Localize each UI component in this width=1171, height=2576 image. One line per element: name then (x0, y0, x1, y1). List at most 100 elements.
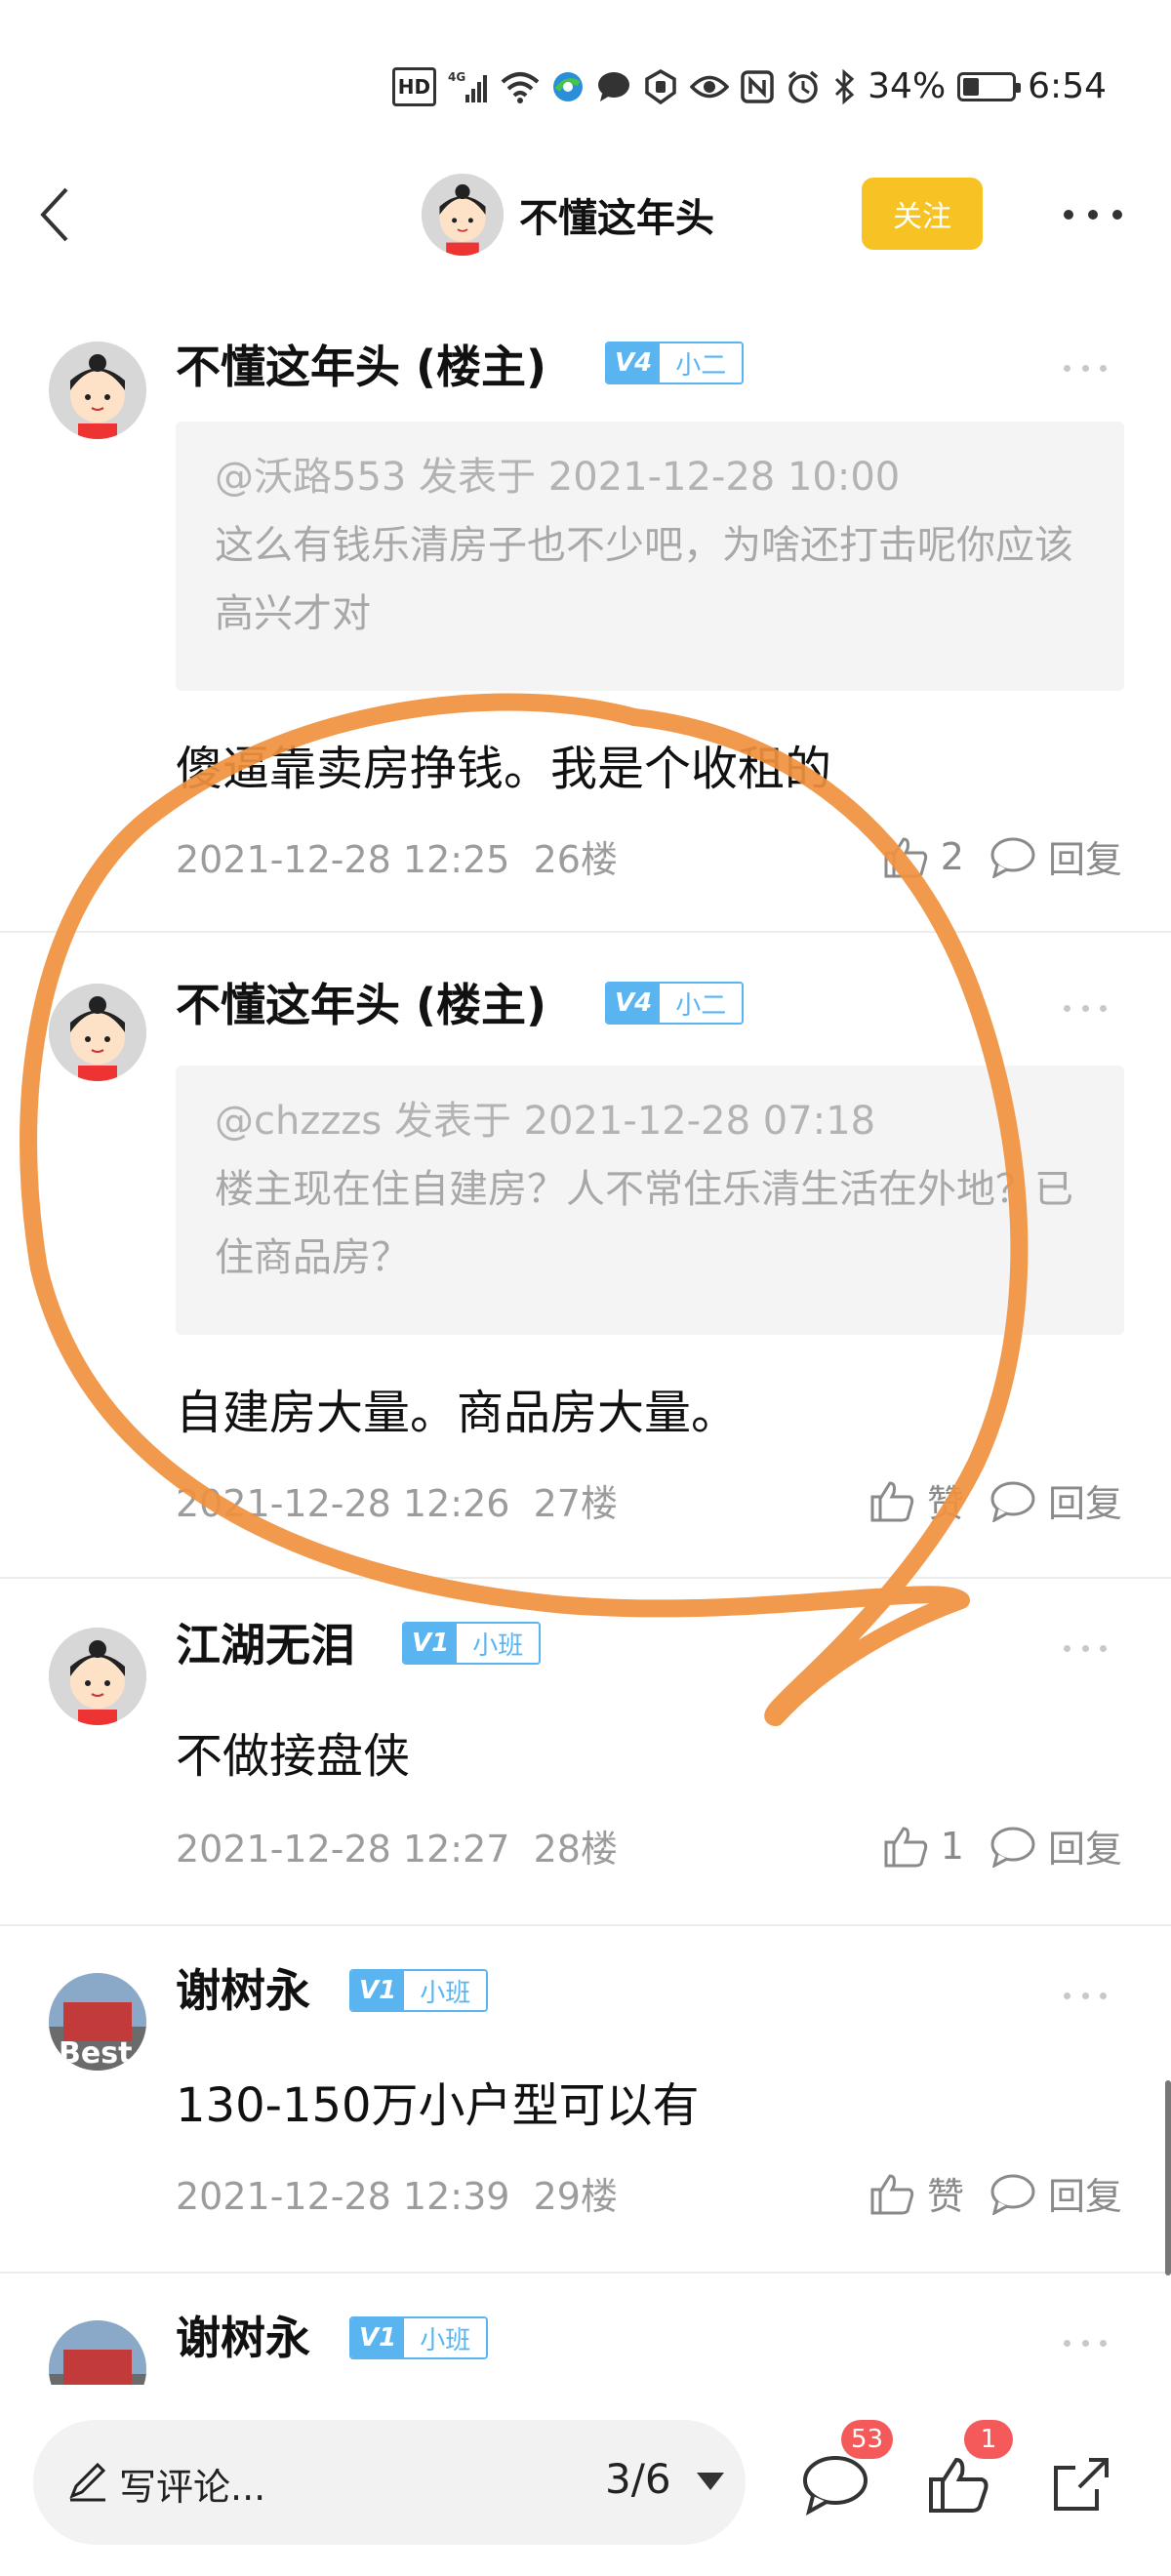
reply-label: 回复 (1047, 1828, 1122, 1871)
timestamp: 2021-12-28 12:26 (176, 1482, 510, 1525)
level-badge: V1 小班 (349, 2316, 489, 2359)
quote-body: 这么有钱乐清房子也不少吧，为啥还打击呢你应该高兴才对 (215, 523, 1073, 636)
like-button[interactable]: 1 (882, 1825, 964, 1868)
nfc-icon (741, 67, 774, 106)
reply-button[interactable]: 回复 (989, 1473, 1122, 1527)
like-count: 赞 (926, 2175, 964, 2218)
post-meta: 2021-12-28 12:27 28楼 (176, 1819, 618, 1872)
alarm-icon (786, 67, 821, 106)
quote-header: @沃路553 发表于 2021-12-28 10:00 (215, 455, 901, 500)
svg-text:Best: Best (59, 2036, 132, 2071)
level-badge: V4 小二 (605, 342, 745, 384)
like-count: 1 (940, 1824, 964, 1868)
post-item: 不懂这年头 (楼主) V4 小二 @chzzzs 发表于 2021-12-28 … (0, 935, 1171, 1579)
shield-icon (643, 67, 678, 106)
reply-button[interactable]: 回复 (989, 2166, 1122, 2220)
floor-number: 26楼 (533, 838, 618, 881)
avatar[interactable] (49, 342, 146, 439)
follow-button[interactable]: 关注 (862, 178, 983, 250)
post-more-icon[interactable] (1064, 1643, 1107, 1653)
caret-down-icon[interactable] (697, 2473, 724, 2490)
like-button[interactable]: 赞 (868, 1473, 964, 1527)
header-user[interactable]: 不懂这年头 (422, 174, 714, 256)
reply-button[interactable]: 回复 (989, 1819, 1122, 1872)
quoted-post[interactable]: @chzzzs 发表于 2021-12-28 07:18 楼主现在住自建房？人不… (176, 1066, 1124, 1335)
like-count: 2 (940, 834, 964, 878)
post-item: Best 谢树永 V1 小班 130-150万小户型可以有 2021-12-28… (0, 1928, 1171, 2274)
comments-count-badge: 53 (841, 2420, 894, 2459)
level-badge: V1 小班 (349, 1969, 489, 2012)
like-count: 赞 (926, 1482, 964, 1525)
reply-label: 回复 (1047, 2175, 1122, 2218)
avatar[interactable] (49, 984, 146, 1081)
floor-number: 29楼 (533, 2175, 618, 2218)
post-content: 130-150万小户型可以有 (176, 2078, 700, 2133)
scrollbar[interactable] (1165, 2080, 1171, 2275)
username[interactable]: 不懂这年头 (楼主) (176, 332, 546, 396)
like-button[interactable]: 赞 (868, 2166, 964, 2220)
username[interactable]: 谢树永 (176, 2303, 310, 2367)
comment-icon (990, 2174, 1035, 2215)
quoted-post[interactable]: @沃路553 发表于 2021-12-28 10:00 这么有钱乐清房子也不少吧… (176, 422, 1124, 691)
post-more-icon[interactable] (1064, 363, 1107, 373)
post-content: 傻逼靠卖房挣钱。我是个收租的 (176, 742, 832, 796)
username[interactable]: 不懂这年头 (楼主) (176, 970, 546, 1034)
comment-icon (990, 837, 1035, 878)
clock: 6:54 (1028, 66, 1107, 106)
avatar[interactable] (422, 174, 504, 256)
username[interactable]: 江湖无泪 (176, 1610, 355, 1674)
share-button[interactable] (1042, 2445, 1120, 2523)
back-button[interactable] (29, 185, 88, 244)
comment-input[interactable]: 写评论... 3/6 (33, 2420, 746, 2545)
pen-icon (69, 2462, 106, 2502)
battery-fill (963, 77, 980, 96)
chevron-left-icon (40, 187, 68, 242)
post-more-icon[interactable] (1064, 2338, 1107, 2348)
comment-icon (803, 2456, 868, 2516)
comment-icon (990, 1827, 1035, 1868)
page-title: 不懂这年头 (519, 196, 714, 241)
post-meta: 2021-12-28 12:26 27楼 (176, 1473, 618, 1527)
floor-number: 28楼 (533, 1828, 618, 1871)
thumbs-up-icon (884, 836, 927, 877)
quote-body: 楼主现在住自建房？人不常住乐清生活在外地？已住商品房？ (215, 1167, 1073, 1280)
thumbs-up-icon (870, 2173, 914, 2214)
comments-button[interactable]: 53 (796, 2420, 894, 2523)
battery-icon (957, 71, 1022, 101)
level-badge: V1 小班 (402, 1622, 542, 1665)
more-options-icon[interactable] (1064, 191, 1122, 238)
hd-icon: HD (391, 66, 437, 106)
like-post-button[interactable]: 1 (919, 2420, 1013, 2523)
avatar[interactable] (49, 1628, 146, 1725)
post-more-icon[interactable] (1064, 1003, 1107, 1013)
avatar[interactable]: Best (49, 1973, 146, 2071)
post-item: Best 谢树永 V1 小班 (0, 2275, 1171, 2385)
reply-label: 回复 (1047, 838, 1122, 881)
comment-placeholder: 写评论... (119, 2466, 266, 2509)
floor-number: 27楼 (533, 1482, 618, 1525)
username[interactable]: 谢树永 (176, 1955, 310, 2020)
timestamp: 2021-12-28 12:27 (176, 1828, 510, 1871)
nav-header: 不懂这年头 关注 (0, 156, 1171, 273)
post-more-icon[interactable] (1064, 1991, 1107, 2000)
battery-percent: 34% (868, 66, 947, 106)
post-content: 不做接盘侠 (176, 1729, 411, 1784)
like-button[interactable]: 2 (882, 835, 964, 878)
thumbs-up-icon (884, 1826, 927, 1867)
post-actions: 赞 回复 (868, 2166, 1122, 2220)
avatar[interactable]: Best (49, 2320, 146, 2385)
thumbs-up-icon (929, 2457, 989, 2513)
status-bar: HD 4G 34% 6:54 (0, 0, 1171, 156)
share-icon (1054, 2458, 1109, 2511)
timestamp: 2021-12-28 12:25 (176, 838, 510, 881)
reply-label: 回复 (1047, 1482, 1122, 1525)
level-badge: V4 小二 (605, 982, 745, 1025)
post-actions: 2 回复 (882, 829, 1122, 883)
bluetooth-icon (832, 67, 856, 106)
wifi-icon (501, 67, 540, 106)
page-indicator[interactable]: 3/6 (605, 2455, 671, 2503)
eye-icon (690, 67, 730, 106)
post-item: 江湖无泪 V1 小班 不做接盘侠 2021-12-28 12:27 28楼 1 … (0, 1581, 1171, 1926)
reply-button[interactable]: 回复 (989, 829, 1122, 883)
post-item: 不懂这年头 (楼主) V4 小二 @沃路553 发表于 2021-12-28 1… (0, 302, 1171, 933)
